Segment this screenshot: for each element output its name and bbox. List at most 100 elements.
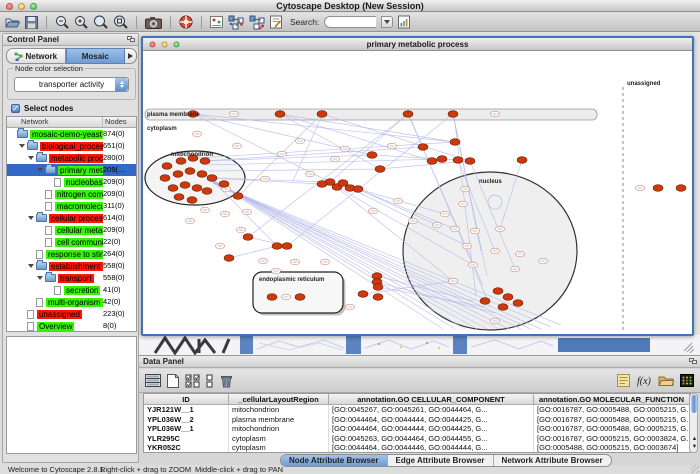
graph-node[interactable] [192, 185, 202, 192]
table-row[interactable]: YPL036W__2plasma membrane[GO:0044464, GO… [144, 415, 690, 425]
graph-node[interactable] [372, 273, 382, 280]
tree-row[interactable]: unassigned223(0) [7, 308, 136, 320]
select-attributes-icon[interactable] [185, 372, 200, 389]
table-row[interactable]: YLR295Ccytoplasm[GO:0045263, GO:0044464,… [144, 434, 690, 444]
function-icon[interactable]: f(x) [636, 372, 652, 389]
expander-icon[interactable] [37, 168, 43, 172]
tab-network[interactable]: Network [6, 48, 66, 64]
tree-row[interactable]: establishment of lo558(0) [7, 260, 136, 272]
tree-row[interactable]: macromolecule311(0) [7, 200, 136, 212]
graph-node[interactable] [453, 157, 463, 164]
graph-node[interactable] [233, 193, 243, 200]
graph-node[interactable] [207, 175, 217, 182]
label-icon[interactable] [617, 372, 630, 389]
save-session-icon[interactable] [25, 14, 38, 31]
graph-node[interactable] [275, 111, 285, 118]
delete-attribute-icon[interactable] [220, 372, 233, 389]
tree-row[interactable]: primary metabo209(... [7, 164, 136, 176]
graph-node[interactable] [180, 182, 190, 189]
graph-node[interactable] [162, 163, 172, 170]
birds-eye-view[interactable] [6, 336, 137, 454]
tree-row[interactable]: metabolic process280(0) [7, 152, 136, 164]
tree-row[interactable]: cell communicat22(0) [7, 236, 136, 248]
create-view-icon[interactable] [228, 14, 244, 31]
graph-node[interactable] [373, 294, 383, 301]
background-windows-strip[interactable] [139, 335, 700, 355]
column-header[interactable]: annotation.GO CELLULAR_COMPONENT [329, 394, 534, 404]
zoom-fit-icon[interactable] [93, 14, 108, 31]
help-icon[interactable] [179, 14, 193, 31]
unselect-attributes-icon[interactable] [206, 372, 214, 389]
scrollbar-thumb[interactable] [691, 395, 697, 413]
tree-row[interactable]: Overview8(0) [7, 320, 136, 332]
graph-node[interactable] [353, 186, 363, 193]
graph-node[interactable] [187, 197, 197, 204]
tree-row[interactable]: cellular process614(0) [7, 212, 136, 224]
graph-node[interactable] [219, 181, 229, 188]
table-row[interactable]: YDR039C__1mitochondrion[GO:0044464, GO:0… [144, 453, 690, 454]
network-canvas[interactable]: plasma membranecytoplasmmitochondrionnuc… [143, 51, 692, 334]
network-window-titlebar[interactable]: primary metabolic process [143, 38, 692, 51]
resize-grip-icon[interactable] [691, 465, 699, 473]
table-row[interactable]: YKR052Ccytoplasm[GO:0044464, GO:0044446,… [144, 443, 690, 453]
attribute-table[interactable]: ID_cellularLayoutRegionannotation.GO CEL… [143, 393, 691, 453]
graph-node[interactable] [197, 171, 207, 178]
graph-node[interactable] [437, 156, 447, 163]
graph-node[interactable] [517, 157, 527, 164]
graph-node[interactable] [676, 185, 686, 192]
graph-node[interactable] [317, 111, 327, 118]
annotations-icon[interactable] [270, 14, 283, 31]
zoom-out-icon[interactable] [55, 14, 69, 31]
graph-node[interactable] [418, 144, 428, 151]
column-header[interactable]: _cellularLayoutRegion [229, 394, 329, 404]
tree-row[interactable]: cellular metabo209(0) [7, 224, 136, 236]
tree-row[interactable]: biological_process651(0) [7, 140, 136, 152]
open-session-icon[interactable] [5, 14, 20, 31]
graph-node[interactable] [480, 298, 490, 305]
graph-node[interactable] [272, 243, 282, 250]
graph-node[interactable] [498, 304, 508, 311]
matrix-icon[interactable] [680, 372, 694, 389]
enhanced-search-icon[interactable] [398, 14, 411, 31]
zoom-in-icon[interactable] [74, 14, 88, 31]
tree-row[interactable]: response to stimulu264(0) [7, 248, 136, 260]
expander-icon[interactable] [28, 264, 34, 268]
expander-icon[interactable] [28, 156, 34, 160]
graph-node[interactable] [503, 294, 513, 301]
graph-node[interactable] [176, 158, 186, 165]
graph-node[interactable] [373, 284, 383, 291]
column-header[interactable]: ID [144, 394, 229, 404]
graph-node[interactable] [358, 291, 368, 298]
scroll-down-icon[interactable]: ▼ [691, 444, 698, 451]
expander-icon[interactable] [19, 144, 25, 148]
graph-node[interactable] [427, 158, 437, 165]
zoom-region-icon[interactable] [113, 14, 128, 31]
tree-row[interactable]: nitrogen compo209(0) [7, 188, 136, 200]
graph-node[interactable] [450, 139, 460, 146]
graph-node[interactable] [185, 168, 195, 175]
tree-row[interactable]: secretion41(0) [7, 284, 136, 296]
graph-node[interactable] [493, 288, 503, 295]
expander-icon[interactable] [28, 216, 34, 220]
graph-node[interactable] [513, 300, 523, 307]
graph-node[interactable] [160, 175, 170, 182]
graph-node[interactable] [224, 255, 234, 262]
search-input[interactable] [324, 16, 376, 28]
search-dropdown-icon[interactable] [381, 16, 393, 28]
column-header[interactable]: annotation.GO MOLECULAR_FUNCTION [534, 394, 690, 404]
graph-node[interactable] [367, 152, 377, 159]
destroy-view-icon[interactable] [249, 14, 265, 31]
graph-node[interactable] [267, 294, 277, 301]
scroll-up-icon[interactable]: ▲ [691, 436, 698, 443]
table-scrollbar[interactable]: ▲ ▼ [689, 393, 698, 453]
graph-node[interactable] [173, 171, 183, 178]
tree-row[interactable]: transport558(0) [7, 272, 136, 284]
graph-node[interactable] [174, 194, 184, 201]
table-row[interactable]: YJR121W__1mitochondrion[GO:0045267, GO:0… [144, 405, 690, 415]
graph-node[interactable] [653, 185, 663, 192]
tab-scroll-right-icon[interactable] [125, 48, 137, 64]
float-panel-icon[interactable] [127, 36, 135, 43]
graph-node[interactable] [168, 185, 178, 192]
new-attribute-icon[interactable] [167, 372, 179, 389]
tab-mosaic[interactable]: Mosaic [66, 48, 126, 64]
